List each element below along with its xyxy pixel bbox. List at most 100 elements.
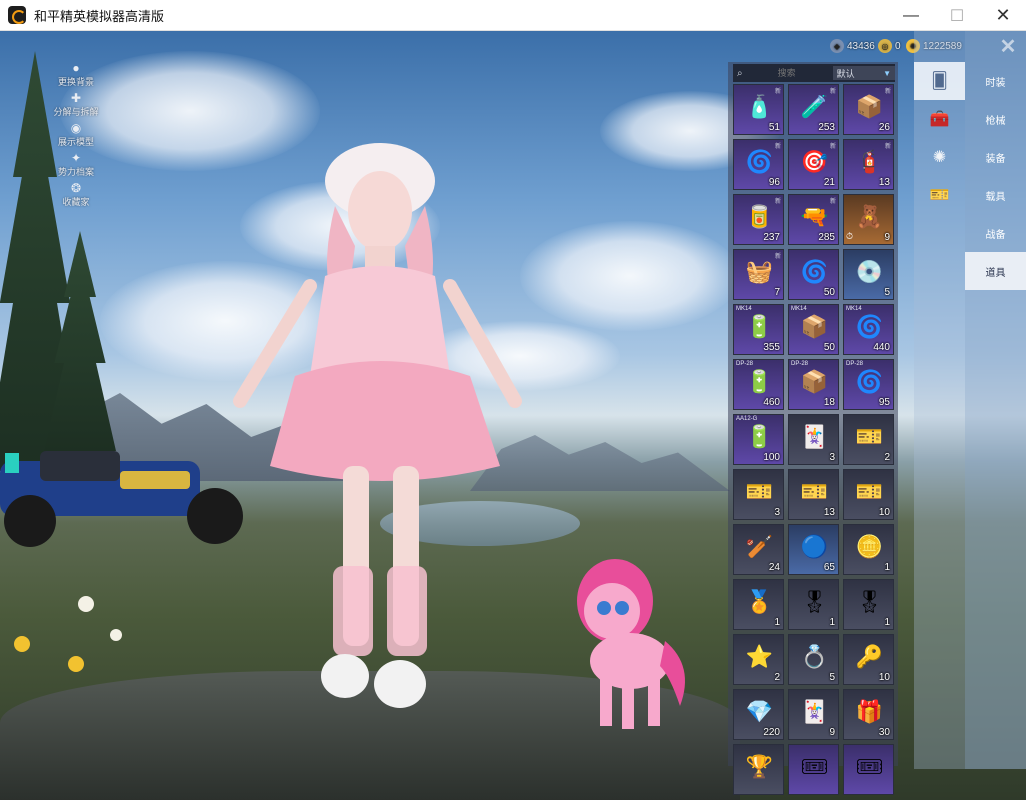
inventory-item[interactable]: 🏏 24 xyxy=(733,524,784,575)
inventory-item[interactable]: 🧯 新 13 xyxy=(843,139,894,190)
inventory-item[interactable]: 🌀 50 xyxy=(788,249,839,300)
quick-menu-item-dismantle[interactable]: ✚ 分解与拆解 xyxy=(46,91,106,121)
quick-menu-item-faction[interactable]: ✦ 势力档案 xyxy=(46,151,106,181)
inventory-item[interactable]: ⭐ 2 xyxy=(733,634,784,685)
quick-menu-item-collector[interactable]: ❂ 收藏家 xyxy=(46,181,106,211)
inventory-item[interactable]: 🌀 DP-28 95 xyxy=(843,359,894,410)
quick-menu-label: 分解与拆解 xyxy=(53,107,99,117)
category-tab[interactable]: 道具 xyxy=(965,252,1026,290)
card-icon[interactable]: 🂠 xyxy=(914,62,965,100)
inventory-item[interactable]: 🧴 新 51 xyxy=(733,84,784,135)
item-icon: 🎖 xyxy=(855,589,884,614)
inventory-item[interactable]: 🏅 1 xyxy=(733,579,784,630)
inventory-item[interactable]: 🔋 MK14 355 xyxy=(733,304,784,355)
item-icon: 💍 xyxy=(800,644,829,669)
item-new-badge: 新 xyxy=(884,89,891,95)
inventory-item[interactable]: 🔋 DP-28 460 xyxy=(733,359,784,410)
inventory-item[interactable]: 🎁 30 xyxy=(843,689,894,740)
category-tab[interactable]: 载具 xyxy=(965,176,1026,214)
yellow-flower xyxy=(68,656,84,672)
item-new-badge: 新 xyxy=(774,89,781,95)
quick-menu-label: 势力档案 xyxy=(57,167,94,177)
toolbox-icon[interactable]: 🧰 xyxy=(914,100,965,138)
item-new-badge: 新 xyxy=(774,144,781,150)
inventory-item[interactable]: 🎫 2 xyxy=(843,414,894,465)
item-count: 2 xyxy=(884,452,890,463)
category-tab[interactable]: 枪械 xyxy=(965,100,1026,138)
inventory-item[interactable]: 📦 新 26 xyxy=(843,84,894,135)
inventory-item[interactable]: 💿 5 xyxy=(843,249,894,300)
minimize-button[interactable]: — xyxy=(888,0,934,31)
inventory-item[interactable]: 🎫 10 xyxy=(843,469,894,520)
inventory-item[interactable]: 🎫 13 xyxy=(788,469,839,520)
inventory-item[interactable]: 📦 MK14 50 xyxy=(788,304,839,355)
app-logo-icon xyxy=(8,6,26,24)
item-icon: 🏅 xyxy=(745,589,774,614)
category-tab[interactable]: 战备 xyxy=(965,214,1026,252)
item-count: 13 xyxy=(823,507,835,518)
item-new-badge: 新 xyxy=(829,144,836,150)
item-icon: 📦 xyxy=(800,369,829,394)
item-icon: 🪙 xyxy=(855,534,884,559)
item-icon: 🌀 xyxy=(855,369,884,394)
inventory-item[interactable]: 💍 5 xyxy=(788,634,839,685)
daisy-flower xyxy=(110,629,122,641)
ticket-icon[interactable]: 🎫 xyxy=(914,176,965,214)
inventory-panel: ⌕ 默认 ▼ 🧴新51🧪新253📦新26 🌀新96🎯新21🧯新13 🥫新237🔫新2… xyxy=(728,62,898,795)
item-icon: 🧸 xyxy=(855,204,884,229)
inventory-item[interactable]: 🎖 1 xyxy=(788,579,839,630)
item-count: 1 xyxy=(829,617,835,628)
category-icon-bar: 🂠 🧰 ✺ 🎫 xyxy=(914,31,965,769)
close-window-button[interactable]: ✕ xyxy=(980,0,1026,31)
item-icon: 🔋 xyxy=(745,424,774,449)
inventory-item[interactable]: 📦 DP-28 18 xyxy=(788,359,839,410)
daisy-flower xyxy=(78,596,94,612)
inventory-item[interactable]: 🃏 3 xyxy=(788,414,839,465)
item-icon: 💎 xyxy=(745,699,774,724)
item-weapon-tag: MK14 xyxy=(791,306,807,312)
inventory-item[interactable]: 🔵 65 xyxy=(788,524,839,575)
yellow-flower xyxy=(14,636,30,652)
inventory-item[interactable]: 🧺 新 7 xyxy=(733,249,784,300)
item-count: 355 xyxy=(763,342,780,353)
search-input[interactable] xyxy=(746,68,827,78)
inventory-item[interactable]: 🧪 新 253 xyxy=(788,84,839,135)
inventory-item[interactable]: 🎟 xyxy=(788,744,839,795)
category-tab[interactable]: 装备 xyxy=(965,138,1026,176)
inventory-item[interactable]: 🎯 新 21 xyxy=(788,139,839,190)
item-icon: 📦 xyxy=(800,314,829,339)
item-icon: 🌀 xyxy=(855,314,884,339)
inventory-item[interactable]: 🥫 新 237 xyxy=(733,194,784,245)
inventory-item[interactable]: 🔫 新 285 xyxy=(788,194,839,245)
inventory-item[interactable]: 🎖 1 xyxy=(843,579,894,630)
chevron-down-icon: ▼ xyxy=(883,68,891,78)
inventory-item[interactable]: 🧸 ⏱ 9 xyxy=(843,194,894,245)
inventory-item[interactable]: 🏆 xyxy=(733,744,784,795)
inventory-item[interactable]: 🌀 MK14 440 xyxy=(843,304,894,355)
inventory-item[interactable]: 🔑 10 xyxy=(843,634,894,685)
item-count: 65 xyxy=(823,562,835,573)
item-icon: 🎟 xyxy=(855,754,884,779)
item-new-badge: 新 xyxy=(829,199,836,205)
inventory-item[interactable]: 💎 220 xyxy=(733,689,784,740)
search-bar: ⌕ 默认 ▼ xyxy=(733,64,895,82)
inventory-item[interactable]: 🃏 9 xyxy=(788,689,839,740)
item-count: 1 xyxy=(884,562,890,573)
maximize-button[interactable]: ☐ xyxy=(934,0,980,31)
quick-menu-item-background[interactable]: ● 更换背景 xyxy=(46,61,106,91)
inventory-item[interactable]: 🪙 1 xyxy=(843,524,894,575)
inventory-item[interactable]: 🔋 AA12-G 100 xyxy=(733,414,784,465)
item-count: 50 xyxy=(823,342,835,353)
kart-vehicle xyxy=(0,451,243,547)
inventory-item[interactable]: 🎫 3 xyxy=(733,469,784,520)
inventory-item[interactable]: 🎟 xyxy=(843,744,894,795)
item-count: 3 xyxy=(829,452,835,463)
sparkle-icon[interactable]: ✺ xyxy=(914,138,965,176)
item-new-badge: 新 xyxy=(884,144,891,150)
sort-dropdown[interactable]: 默认 ▼ xyxy=(832,66,895,80)
item-count: 460 xyxy=(763,397,780,408)
category-tab[interactable]: 时装 xyxy=(965,62,1026,100)
item-weapon-tag: DP-28 xyxy=(736,361,754,367)
inventory-item[interactable]: 🌀 新 96 xyxy=(733,139,784,190)
quick-menu-item-show-model[interactable]: ◉ 展示模型 xyxy=(46,121,106,151)
